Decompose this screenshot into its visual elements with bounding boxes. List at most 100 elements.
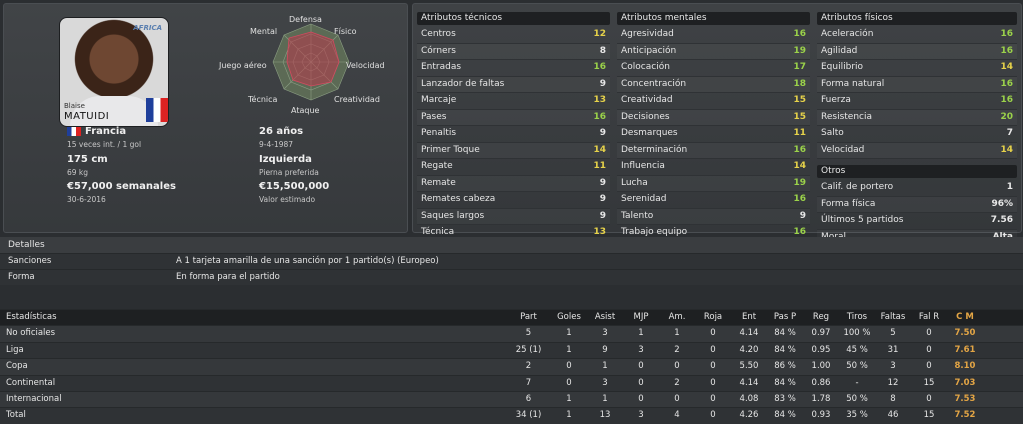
- attribute-row[interactable]: Equilibrio 14: [817, 60, 1017, 77]
- attribute-row[interactable]: Lucha 19: [617, 176, 810, 192]
- value-block: €15,500,000 Valor estimado: [259, 181, 329, 204]
- stats-cell: 0: [674, 361, 680, 372]
- stats-cell: 15: [923, 410, 935, 421]
- attribute-value: 16: [593, 62, 606, 72]
- attribute-row[interactable]: Pases 16: [417, 110, 610, 126]
- attribute-row[interactable]: Serenidad 16: [617, 192, 810, 209]
- attribute-label: Remate: [421, 177, 456, 188]
- attribute-row[interactable]: Determinación 16: [617, 143, 810, 159]
- attribute-row[interactable]: Aceleración 16: [817, 27, 1017, 44]
- birth-date: 9-4-1987: [259, 140, 294, 149]
- attribute-row[interactable]: Desmarques 11: [617, 126, 810, 143]
- weight: 69 kg: [67, 168, 89, 177]
- attribute-value: 20: [1000, 111, 1013, 122]
- stats-cell: 1: [674, 328, 680, 339]
- attribute-label: Salto: [821, 128, 844, 138]
- attribute-row[interactable]: Agresividad 16: [617, 27, 810, 44]
- attribute-row[interactable]: Influencia 14: [617, 159, 810, 176]
- radar-label-ataque: Ataque: [291, 106, 320, 115]
- height-block: 175 cm 69 kg: [67, 154, 108, 177]
- stats-cell: 7.52: [954, 410, 976, 421]
- stats-column-header: Roja: [703, 312, 723, 322]
- stats-cell: 83 %: [774, 393, 796, 404]
- mental-title: Atributos mentales: [617, 12, 810, 25]
- details-section: Detalles Sanciones A 1 tarjeta amarilla d…: [0, 237, 1023, 285]
- attribute-row[interactable]: Fuerza 16: [817, 93, 1017, 110]
- stats-cell: 4.14: [739, 377, 759, 388]
- attribute-row[interactable]: Centros 12: [417, 27, 610, 44]
- stats-cell: 0: [926, 344, 932, 355]
- stats-cell: 4.20: [739, 344, 759, 355]
- attribute-row[interactable]: Resistencia 20: [817, 110, 1017, 126]
- attribute-row[interactable]: Forma física 96%: [817, 197, 1017, 213]
- stats-cell: 7.50: [954, 328, 976, 339]
- attribute-row[interactable]: Remates cabeza 9: [417, 192, 610, 209]
- physical-list: Aceleración 16 Agilidad 16 Equilibrio 14 Forma…: [817, 27, 1017, 159]
- stats-cell: 84 %: [774, 377, 796, 388]
- stats-row[interactable]: Copa 2 0 1 0 0 0 5.50 86 % 1.00 50 % 3 0 8.10: [0, 358, 1023, 375]
- attribute-row[interactable]: Concentración 18: [617, 77, 810, 93]
- stats-column-header: Fal R: [918, 312, 940, 322]
- stats-cell: 46: [887, 410, 899, 421]
- stats-column-header: C M: [956, 312, 974, 322]
- attribute-row[interactable]: Calif. de portero 1: [817, 180, 1017, 197]
- attribute-value: 9: [599, 128, 606, 138]
- attribute-row[interactable]: Saques largos 9: [417, 209, 610, 225]
- attribute-row[interactable]: Decisiones 15: [617, 110, 810, 126]
- stats-row[interactable]: No oficiales 5 1 3 1 1 0 4.14 84 % 0.97 100 % 5 0 7.5…: [0, 325, 1023, 342]
- attribute-label: Marcaje: [421, 95, 457, 105]
- stats-cell: 9: [602, 344, 608, 355]
- attribute-label: Aceleración: [821, 29, 874, 39]
- wage: €57,000 semanales: [67, 181, 176, 192]
- attribute-row[interactable]: Salto 7: [817, 126, 1017, 143]
- stats-cell: 100 %: [843, 328, 871, 339]
- details-key: Sanciones: [8, 256, 52, 266]
- player-panel: AFRICA Blaise MATUIDI Defensa Físico Vel…: [3, 3, 408, 233]
- radar-label-creatividad: Creatividad: [334, 95, 380, 104]
- attribute-label: Forma natural: [821, 78, 885, 89]
- stats-row[interactable]: Continental 7 0 3 0 2 0 4.14 84 % 0.86 - 12 15 7.03: [0, 374, 1023, 391]
- attribute-row[interactable]: Agilidad 16: [817, 44, 1017, 60]
- attribute-row[interactable]: Regate 11: [417, 159, 610, 176]
- stats-cell: 3: [890, 361, 896, 372]
- attribute-row[interactable]: Velocidad 14: [817, 143, 1017, 159]
- attribute-value: 1: [1006, 182, 1013, 192]
- attribute-row[interactable]: Entradas 16: [417, 60, 610, 77]
- nationality[interactable]: Francia: [85, 126, 126, 137]
- attribute-row[interactable]: Creatividad 15: [617, 93, 810, 110]
- details-rows: Sanciones A 1 tarjeta amarilla de una san…: [0, 253, 1023, 285]
- attribute-row[interactable]: Marcaje 13: [417, 93, 610, 110]
- attribute-row[interactable]: Anticipación 19: [617, 44, 810, 60]
- attribute-row[interactable]: Colocación 17: [617, 60, 810, 77]
- stats-row[interactable]: Internacional 6 1 1 0 0 0 4.08 83 % 1.78 50 % 8 0 7.5…: [0, 390, 1023, 408]
- photo-flag: [146, 98, 168, 122]
- attribute-row[interactable]: Córners 8: [417, 44, 610, 60]
- stats-cell: 8.10: [954, 361, 976, 372]
- stats-cell: 0: [638, 361, 644, 372]
- attribute-row[interactable]: Lanzador de faltas 9: [417, 77, 610, 93]
- attribute-row[interactable]: Remate 9: [417, 176, 610, 192]
- attribute-row[interactable]: Talento 9: [617, 209, 810, 225]
- estimated-value-label: Valor estimado: [259, 195, 316, 204]
- attribute-row[interactable]: Penaltis 9: [417, 126, 610, 143]
- stats-cell: 1: [566, 328, 572, 339]
- foot-block: Izquierda Pierna preferida: [259, 154, 319, 177]
- attribute-row[interactable]: Forma natural 16: [817, 77, 1017, 93]
- attribute-value: 16: [1000, 95, 1013, 105]
- attribute-value: 14: [793, 161, 806, 171]
- stats-table: Estadísticas Part Goles Asist MJP Am. Roja Ent P…: [0, 309, 1023, 424]
- stats-row[interactable]: Liga 25 (1) 1 9 3 2 0 4.20 84 % 0.95 45 % 31 0 7.61: [0, 341, 1023, 359]
- attribute-row[interactable]: Últimos 5 partidos 7.56: [817, 213, 1017, 230]
- stats-cell: 84 %: [774, 410, 796, 421]
- stats-cell: 1: [602, 361, 608, 372]
- attribute-label: Forma física: [821, 198, 876, 209]
- estimated-value: €15,500,000: [259, 181, 330, 192]
- stats-cell: 2: [674, 344, 680, 355]
- stats-cell: 34 (1): [515, 410, 542, 421]
- stats-row[interactable]: Total 34 (1) 1 13 3 4 0 4.26 84 % 0.93 35 % 46 15 7.5…: [0, 407, 1023, 424]
- stats-cell: -: [855, 377, 859, 388]
- attribute-label: Remates cabeza: [421, 194, 496, 204]
- attribute-row[interactable]: Primer Toque 14: [417, 143, 610, 159]
- stats-cell: 4.08: [739, 393, 759, 404]
- stats-column-header: Faltas: [880, 312, 906, 322]
